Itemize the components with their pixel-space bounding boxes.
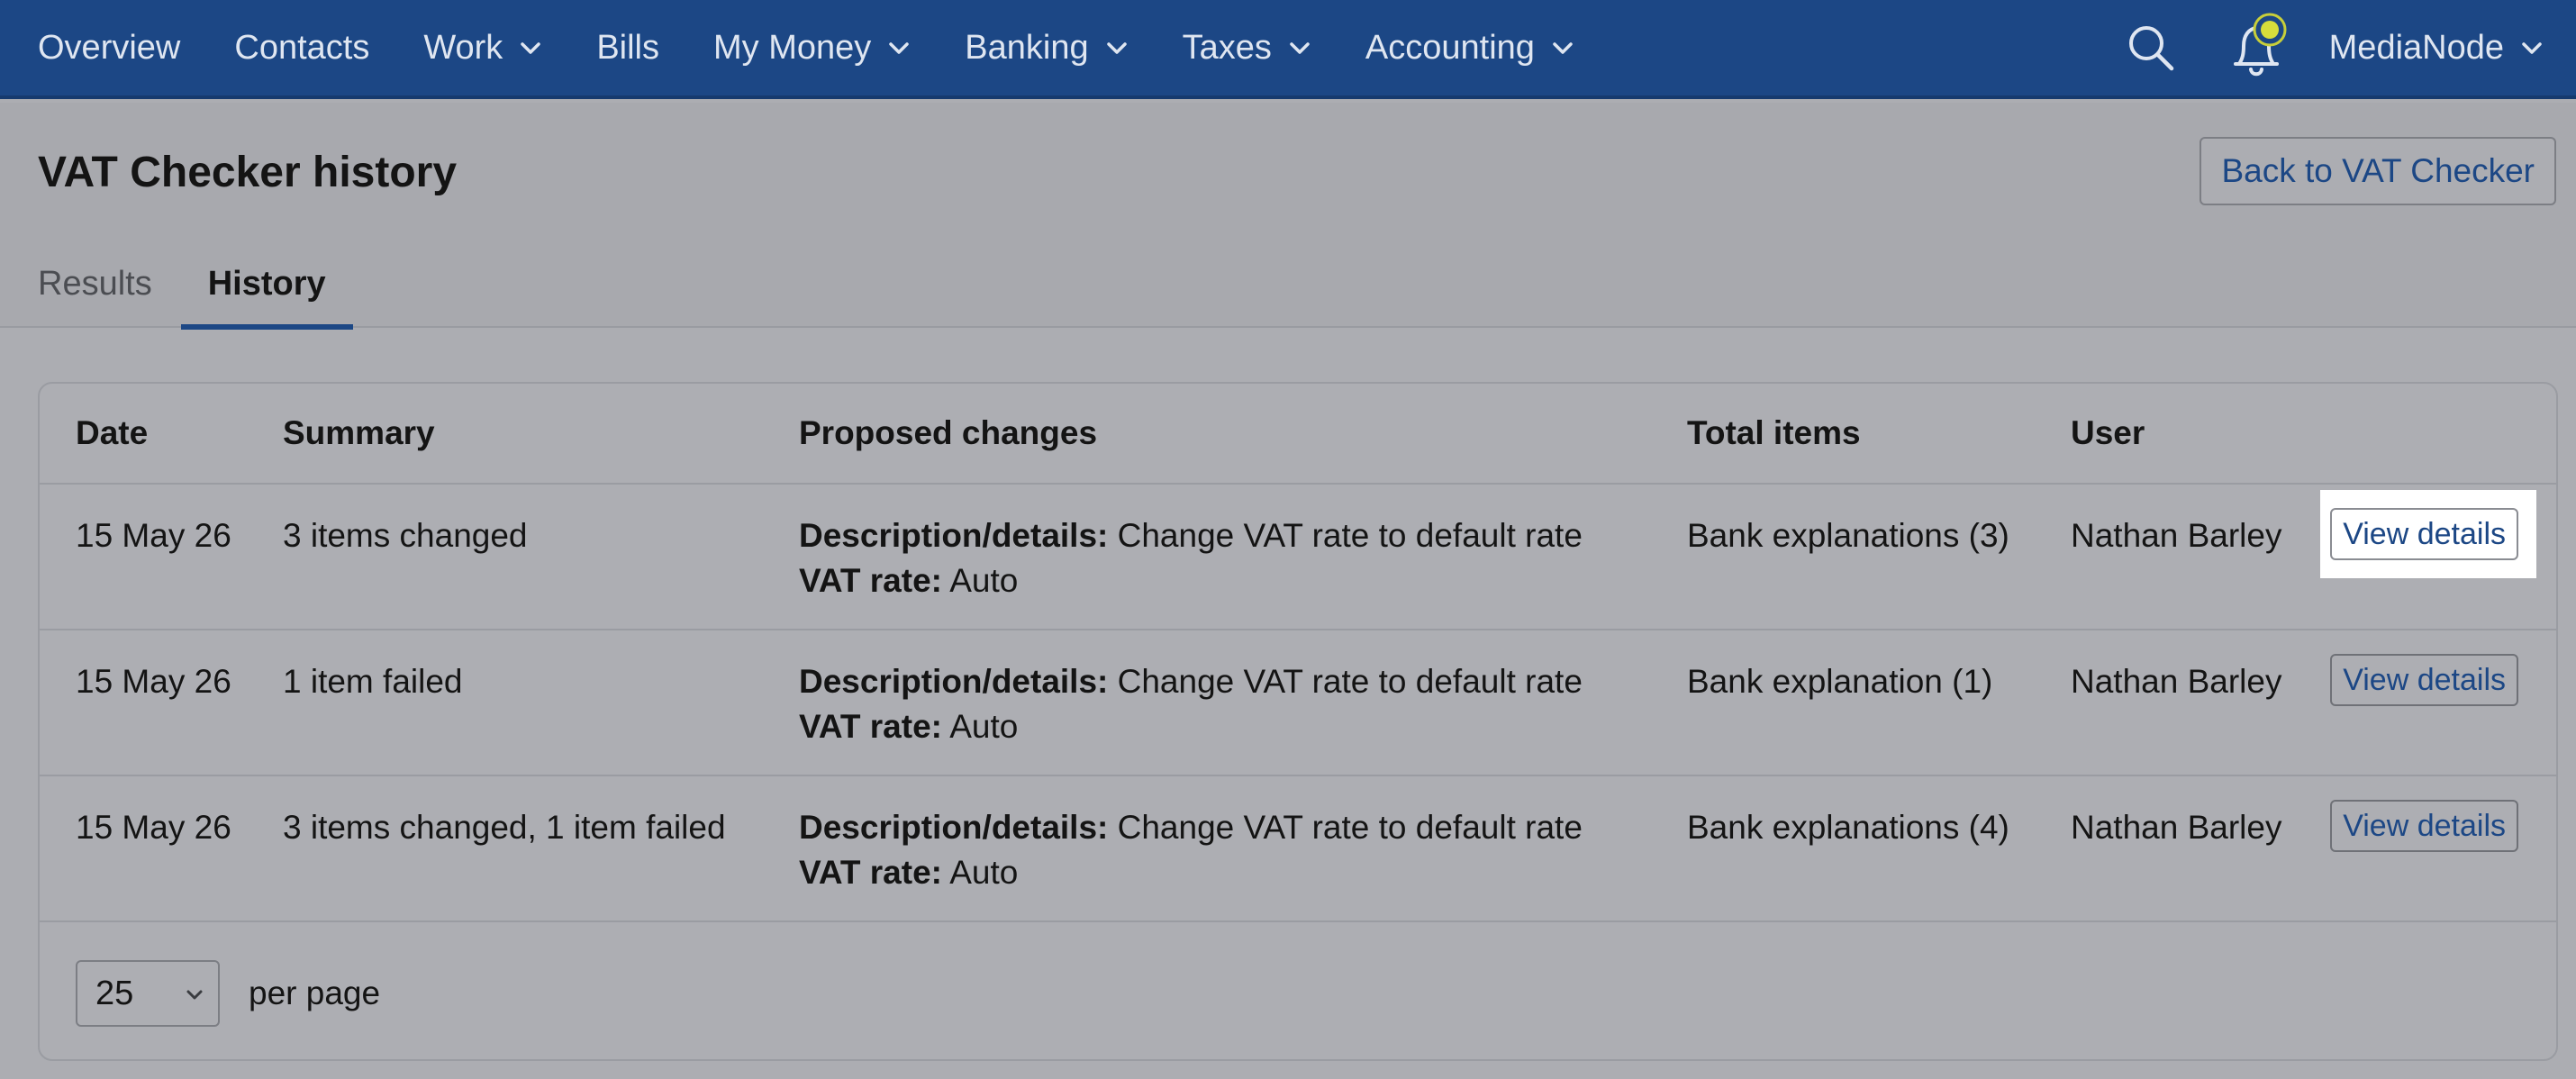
chevron-down-icon [1551, 36, 1574, 59]
change-label: VAT rate: [799, 562, 942, 599]
date-cell: 15 May 26 [76, 517, 231, 554]
summary-cell: 3 items changed, 1 item failed [283, 809, 726, 846]
chevron-down-icon [1105, 36, 1129, 59]
nav-item-my-money[interactable]: My Money [713, 0, 911, 95]
change-value: Change VAT rate to default rate [1108, 809, 1583, 846]
table-row: 15 May 26 1 item failed Description/deta… [40, 630, 2556, 776]
change-label: Description/details: [799, 809, 1109, 846]
search-icon[interactable] [2124, 21, 2178, 75]
change-value: Auto [941, 562, 1019, 599]
nav-menu: Overview Contacts Work Bills My Money Ba… [0, 0, 1628, 95]
nav-right: MediaNode [2124, 0, 2576, 95]
chevron-down-icon [887, 36, 911, 59]
chevron-down-icon [1288, 36, 1311, 59]
nav-item-taxes[interactable]: Taxes [1183, 0, 1311, 95]
view-details-button[interactable]: View details [2330, 800, 2518, 852]
change-value: Auto [941, 854, 1019, 891]
nav-item-label: Contacts [234, 28, 370, 67]
nav-item-label: Overview [38, 28, 181, 67]
account-name: MediaNode [2328, 28, 2504, 67]
nav-item-banking[interactable]: Banking [965, 0, 1128, 95]
date-cell: 15 May 26 [76, 809, 231, 846]
total-items-cell: Bank explanations (4) [1687, 809, 2009, 846]
view-details-button[interactable]: View details [2330, 508, 2518, 560]
page-title: VAT Checker history [38, 149, 458, 196]
nav-item-label: Work [423, 28, 503, 67]
per-page-label: per page [249, 975, 381, 1011]
table-header: Date Summary Proposed changes Total item… [40, 384, 2556, 485]
nav-item-label: Taxes [1182, 28, 1272, 67]
account-menu[interactable]: MediaNode [2329, 29, 2544, 68]
nav-item-accounting[interactable]: Accounting [1365, 0, 1574, 95]
summary-cell: 3 items changed [283, 517, 528, 554]
chevron-down-icon [2520, 36, 2544, 59]
nav-item-contacts[interactable]: Contacts [234, 0, 369, 95]
change-label: Description/details: [799, 663, 1109, 700]
chevron-down-icon [519, 36, 542, 59]
table-row: 15 May 26 3 items changed, 1 item failed… [40, 776, 2556, 922]
change-label: VAT rate: [799, 854, 942, 891]
total-items-cell: Bank explanation (1) [1687, 663, 1993, 700]
top-nav: Overview Contacts Work Bills My Money Ba… [0, 0, 2576, 99]
change-value: Change VAT rate to default rate [1108, 517, 1583, 554]
page-header: VAT Checker history Back to VAT Checker … [0, 103, 2576, 330]
summary-cell: 1 item failed [283, 663, 463, 700]
table-row: 15 May 26 3 items changed Description/de… [40, 485, 2556, 630]
total-items-cell: Bank explanations (3) [1687, 517, 2009, 554]
change-label: VAT rate: [799, 708, 942, 745]
proposed-changes-cell: Description/details: Change VAT rate to … [799, 805, 1583, 895]
nav-item-overview[interactable]: Overview [38, 0, 180, 95]
column-header-summary: Summary [283, 414, 435, 451]
change-value: Auto [941, 708, 1019, 745]
tab-results[interactable]: Results [38, 238, 152, 328]
nav-item-work[interactable]: Work [423, 0, 542, 95]
nav-item-label: My Money [713, 28, 872, 67]
back-to-vat-checker-button[interactable]: Back to VAT Checker [2200, 137, 2556, 205]
chevron-down-icon [184, 984, 205, 1005]
per-page-select[interactable]: 25 [76, 960, 220, 1027]
table-footer: 25 per page [40, 924, 2556, 1063]
user-cell: Nathan Barley [2071, 809, 2282, 846]
nav-item-label: Bills [596, 28, 659, 67]
proposed-changes-cell: Description/details: Change VAT rate to … [799, 513, 1583, 603]
tab-bar: Results History [38, 238, 382, 330]
tab-history[interactable]: History [180, 238, 353, 330]
column-header-date: Date [76, 414, 149, 451]
bell-icon[interactable] [2227, 12, 2290, 84]
change-value: Change VAT rate to default rate [1108, 663, 1583, 700]
proposed-changes-cell: Description/details: Change VAT rate to … [799, 659, 1583, 749]
nav-item-label: Accounting [1365, 28, 1535, 67]
user-cell: Nathan Barley [2071, 517, 2282, 554]
column-header-user: User [2071, 414, 2145, 451]
date-cell: 15 May 26 [76, 663, 231, 700]
view-details-button[interactable]: View details [2330, 654, 2518, 706]
column-header-proposed-changes: Proposed changes [799, 414, 1098, 451]
user-cell: Nathan Barley [2071, 663, 2282, 700]
per-page-value: 25 [95, 974, 134, 1012]
nav-item-label: Banking [965, 28, 1089, 67]
column-header-total-items: Total items [1687, 414, 1861, 451]
nav-item-bills[interactable]: Bills [596, 0, 659, 95]
history-table: Date Summary Proposed changes Total item… [38, 382, 2558, 1061]
change-label: Description/details: [799, 517, 1109, 554]
